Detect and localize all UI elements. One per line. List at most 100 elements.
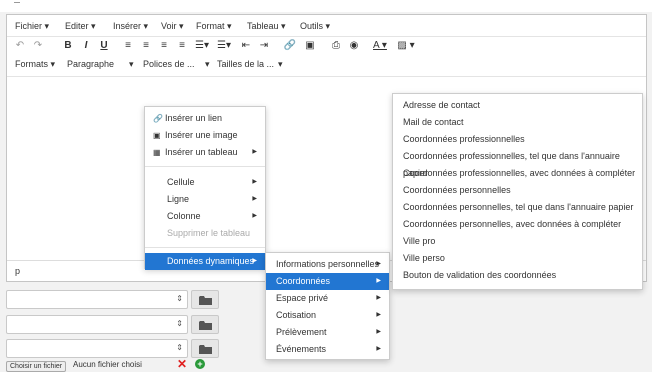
chevron-right-icon: ▶ — [252, 213, 257, 219]
redo-icon[interactable]: ↷ — [31, 40, 45, 52]
menu-tableau[interactable]: Tableau ▾ — [247, 21, 286, 32]
menu-editer[interactable]: Editer ▾ — [65, 21, 96, 32]
chevron-right-icon: ▶ — [376, 261, 381, 267]
align-right-icon[interactable]: ≡ — [157, 40, 171, 52]
coord-item[interactable]: Coordonnées personnelles, avec données à… — [393, 216, 642, 233]
insert-image-item[interactable]: ▣ Insérer une image — [145, 127, 265, 144]
coordinates-submenu: Adresse de contact Mail de contact Coord… — [392, 93, 643, 290]
cell-item[interactable]: Cellule ▶ — [145, 174, 265, 191]
coord-label: Adresse de contact — [403, 100, 481, 110]
select-field-1[interactable]: ⇕ — [6, 290, 188, 309]
select-caret-icon: ⇕ — [176, 343, 183, 352]
font-family-dropdown[interactable]: Polices de ... — [143, 59, 195, 69]
insert-table-item[interactable]: ▦ Insérer un tableau ▶ — [145, 144, 265, 161]
menu-format[interactable]: Format ▾ — [196, 21, 232, 32]
dynamic-data-label: Données dynamiques — [167, 256, 255, 266]
cell-label: Cellule — [167, 177, 195, 187]
align-justify-icon[interactable]: ≡ — [175, 40, 189, 52]
menu-fichier[interactable]: Fichier ▾ — [15, 21, 49, 32]
coord-item[interactable]: Coordonnées professionnelles, avec donné… — [393, 165, 642, 182]
coord-label: Coordonnées professionnelles, avec donné… — [403, 168, 636, 178]
submenu-item-private-space[interactable]: Espace privé ▶ — [266, 290, 389, 307]
dynamic-data-item[interactable]: Données dynamiques ▶ — [145, 253, 265, 270]
insert-link-item[interactable]: 🔗 Insérer un lien — [145, 110, 265, 127]
link-icon: 🔗 — [153, 114, 163, 123]
chevron-right-icon: ▶ — [252, 196, 257, 202]
context-menu: 🔗 Insérer un lien ▣ Insérer une image ▦ … — [144, 106, 266, 270]
bold-icon[interactable]: B — [61, 40, 75, 52]
coord-label: Mail de contact — [403, 117, 464, 127]
outdent-icon[interactable]: ⇤ — [239, 40, 253, 52]
link-icon[interactable]: 🔗 — [283, 40, 297, 52]
submenu-item-membership-fee[interactable]: Cotisation ▶ — [266, 307, 389, 324]
indent-icon[interactable]: ⇥ — [257, 40, 271, 52]
paragraph-dropdown[interactable]: Paragraphe — [67, 59, 114, 69]
preview-icon[interactable]: ◉ — [347, 40, 361, 52]
italic-icon[interactable]: I — [79, 40, 93, 52]
coord-item[interactable]: Coordonnées professionnelles — [393, 131, 642, 148]
submenu-label: Coordonnées — [276, 276, 331, 286]
add-icon[interactable]: + — [195, 359, 205, 369]
select-field-2[interactable]: ⇕ — [6, 315, 188, 334]
paragraph-dropdown-caret[interactable]: ▾ — [129, 59, 134, 70]
coord-item[interactable]: Mail de contact — [393, 114, 642, 131]
menubar: Fichier ▾ Editer ▾ Insérer ▾ Voir ▾ Form… — [7, 15, 646, 37]
folder-icon — [199, 321, 212, 330]
coord-item[interactable]: Ville perso — [393, 250, 642, 267]
coord-item[interactable]: Adresse de contact — [393, 97, 642, 114]
font-size-dropdown[interactable]: Tailles de la ... — [217, 59, 274, 69]
browse-folder-button-3[interactable] — [191, 339, 219, 358]
coord-item[interactable]: Ville pro — [393, 233, 642, 250]
align-center-icon[interactable]: ≡ — [139, 40, 153, 52]
select-field-3[interactable]: ⇕ — [6, 339, 188, 358]
chevron-right-icon: ▶ — [376, 312, 381, 318]
top-dash — [14, 2, 20, 3]
chevron-right-icon: ▶ — [252, 179, 257, 185]
table-icon: ▦ — [153, 148, 161, 157]
format-selectors: Formats ▾ Paragraphe ▾ Polices de ... ▾ … — [7, 55, 646, 77]
image-icon[interactable]: ▣ — [303, 40, 317, 52]
image-icon: ▣ — [153, 131, 161, 140]
print-icon[interactable]: ⎙ — [329, 40, 343, 52]
submenu-label: Informations personnelles — [276, 259, 380, 269]
font-size-dropdown-caret[interactable]: ▾ — [278, 59, 283, 70]
delete-icon[interactable]: ✕ — [177, 358, 187, 370]
coord-item[interactable]: Coordonnées personnelles — [393, 182, 642, 199]
menu-outils[interactable]: Outils ▾ — [300, 21, 330, 32]
browse-folder-button-1[interactable] — [191, 290, 219, 309]
align-left-icon[interactable]: ≡ — [121, 40, 135, 52]
dynamic-data-submenu: Informations personnelles ▶ Coordonnées … — [265, 252, 390, 360]
chevron-right-icon: ▶ — [252, 149, 257, 155]
undo-icon[interactable]: ↶ — [13, 40, 27, 52]
delete-table-label: Supprimer le tableau — [167, 228, 251, 238]
submenu-item-personal-info[interactable]: Informations personnelles ▶ — [266, 256, 389, 273]
element-path[interactable]: p — [15, 266, 20, 276]
coord-label: Ville pro — [403, 236, 436, 246]
submenu-item-direct-debit[interactable]: Prélèvement ▶ — [266, 324, 389, 341]
select-caret-icon: ⇕ — [176, 319, 183, 328]
chevron-right-icon: ▶ — [376, 278, 381, 284]
coord-label: Coordonnées personnelles, tel que dans l… — [403, 202, 634, 212]
text-color-icon[interactable]: A ▾ — [369, 40, 391, 52]
coord-item[interactable]: Coordonnées professionnelles, tel que da… — [393, 148, 642, 178]
submenu-item-coordinates[interactable]: Coordonnées ▶ — [266, 273, 389, 290]
menu-voir[interactable]: Voir ▾ — [161, 21, 184, 32]
formats-dropdown[interactable]: Formats ▾ — [15, 59, 55, 70]
column-item[interactable]: Colonne ▶ — [145, 208, 265, 225]
row-item[interactable]: Ligne ▶ — [145, 191, 265, 208]
top-strip — [0, 0, 652, 12]
coord-item[interactable]: Bouton de validation des coordonnées — [393, 267, 642, 284]
font-family-dropdown-caret[interactable]: ▾ — [205, 59, 210, 70]
underline-icon[interactable]: U — [97, 40, 111, 52]
folder-icon — [199, 345, 212, 354]
choose-file-button[interactable]: Choisir un fichier — [6, 361, 67, 372]
folder-icon — [199, 296, 212, 305]
browse-folder-button-2[interactable] — [191, 315, 219, 334]
row-label: Ligne — [167, 194, 190, 204]
menu-inserer[interactable]: Insérer ▾ — [113, 21, 148, 32]
submenu-item-events[interactable]: Événements ▶ — [266, 341, 389, 358]
numbered-list-icon[interactable]: ☰▾ — [215, 40, 233, 52]
coord-item[interactable]: Coordonnées personnelles, tel que dans l… — [393, 199, 642, 216]
bullet-list-icon[interactable]: ☰▾ — [193, 40, 211, 52]
background-color-icon[interactable]: ▨ ▾ — [395, 40, 417, 52]
